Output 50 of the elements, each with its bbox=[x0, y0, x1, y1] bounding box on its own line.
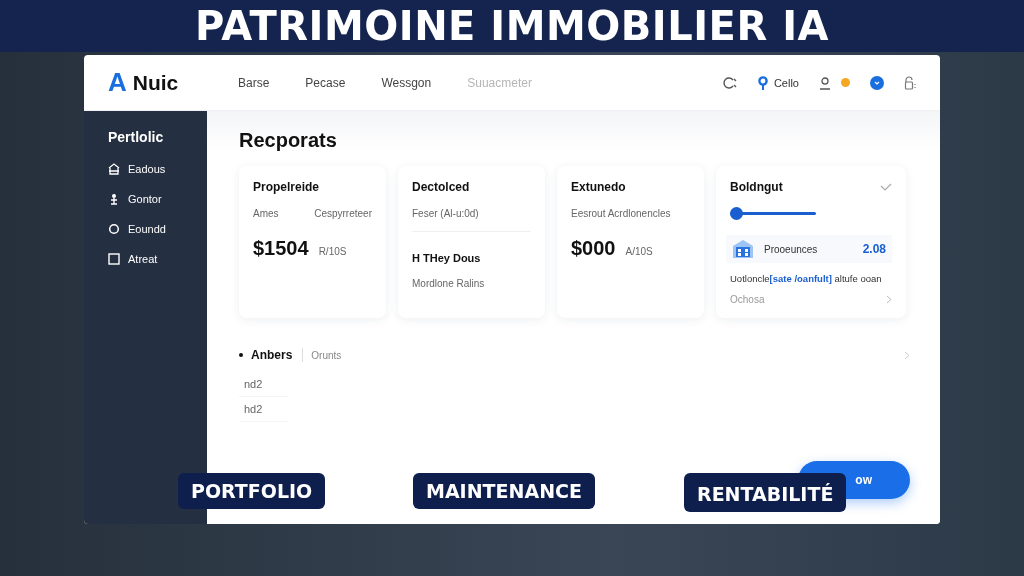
building-icon bbox=[732, 239, 754, 259]
card-subtitle: Ames bbox=[253, 208, 279, 219]
overlay-label: RENTABILITÉ bbox=[684, 473, 847, 512]
card-value: $000 bbox=[571, 237, 616, 260]
checkmark-icon bbox=[880, 183, 892, 191]
user-icon[interactable] bbox=[819, 75, 831, 90]
circle-icon bbox=[108, 223, 120, 235]
logo-mark: A bbox=[108, 67, 127, 98]
logo-text: Nuic bbox=[132, 70, 179, 95]
sidebar-item[interactable]: Eoundd bbox=[128, 223, 166, 235]
list-title: Anbers bbox=[251, 348, 304, 362]
bullet-icon bbox=[239, 353, 243, 357]
slider-thumb[interactable] bbox=[730, 207, 744, 220]
card-title: Propelreide bbox=[253, 180, 321, 194]
notification-dot bbox=[841, 78, 850, 87]
page-heading: Recporats bbox=[239, 129, 338, 152]
card-subtitle: Eesrout Acrdlonencles bbox=[571, 208, 671, 219]
card-value: $1504 bbox=[253, 237, 309, 260]
sidebar-item[interactable]: Gontor bbox=[128, 193, 162, 205]
card-text: H THey Dous bbox=[412, 252, 482, 264]
location-pin-icon bbox=[757, 75, 768, 90]
card-subtitle: Cespyrreteer bbox=[314, 208, 372, 219]
list-row: nd2 bbox=[239, 372, 288, 397]
square-icon bbox=[108, 253, 120, 265]
card-unit: R/10S bbox=[318, 246, 347, 257]
card-unit: A/10S bbox=[625, 246, 653, 257]
lock-icon[interactable] bbox=[904, 75, 916, 90]
sidebar-item[interactable]: Eadous bbox=[128, 163, 166, 175]
card-title: Dectolced bbox=[412, 180, 471, 194]
nav-link[interactable]: Pecase bbox=[305, 75, 346, 90]
property-row[interactable]: Prooeunces 2.08 bbox=[726, 235, 892, 263]
banner-title: PATRIMOINE IMMOBILIER IA bbox=[195, 3, 829, 49]
list-tab[interactable]: Orunts bbox=[311, 349, 342, 361]
sidebar-item[interactable]: Atreat bbox=[128, 253, 158, 265]
sidebar-title: Pertlolic bbox=[108, 129, 165, 145]
house-icon bbox=[108, 163, 120, 175]
overlay-label: MAINTENANCE bbox=[413, 473, 595, 509]
card-title: Boldngut bbox=[730, 180, 783, 194]
profile-avatar-icon[interactable] bbox=[870, 75, 884, 90]
nav-link[interactable]: Barse bbox=[238, 75, 270, 90]
overlay-label: PORTFOLIO bbox=[178, 473, 326, 509]
card-subtitle: Feser (Al-u:0d) bbox=[412, 208, 479, 219]
list-row: hd2 bbox=[239, 397, 288, 422]
card-text: Uotloncle[sate /oanfult] altufe ooan bbox=[730, 273, 883, 284]
location-label[interactable]: Cello bbox=[773, 76, 799, 89]
card-note: Mordlone Ralins bbox=[412, 278, 486, 289]
card-title: Extunedo bbox=[571, 180, 627, 194]
nav-link[interactable]: Wessgon bbox=[381, 75, 432, 90]
refresh-icon[interactable] bbox=[721, 75, 738, 90]
person-icon bbox=[108, 193, 120, 205]
